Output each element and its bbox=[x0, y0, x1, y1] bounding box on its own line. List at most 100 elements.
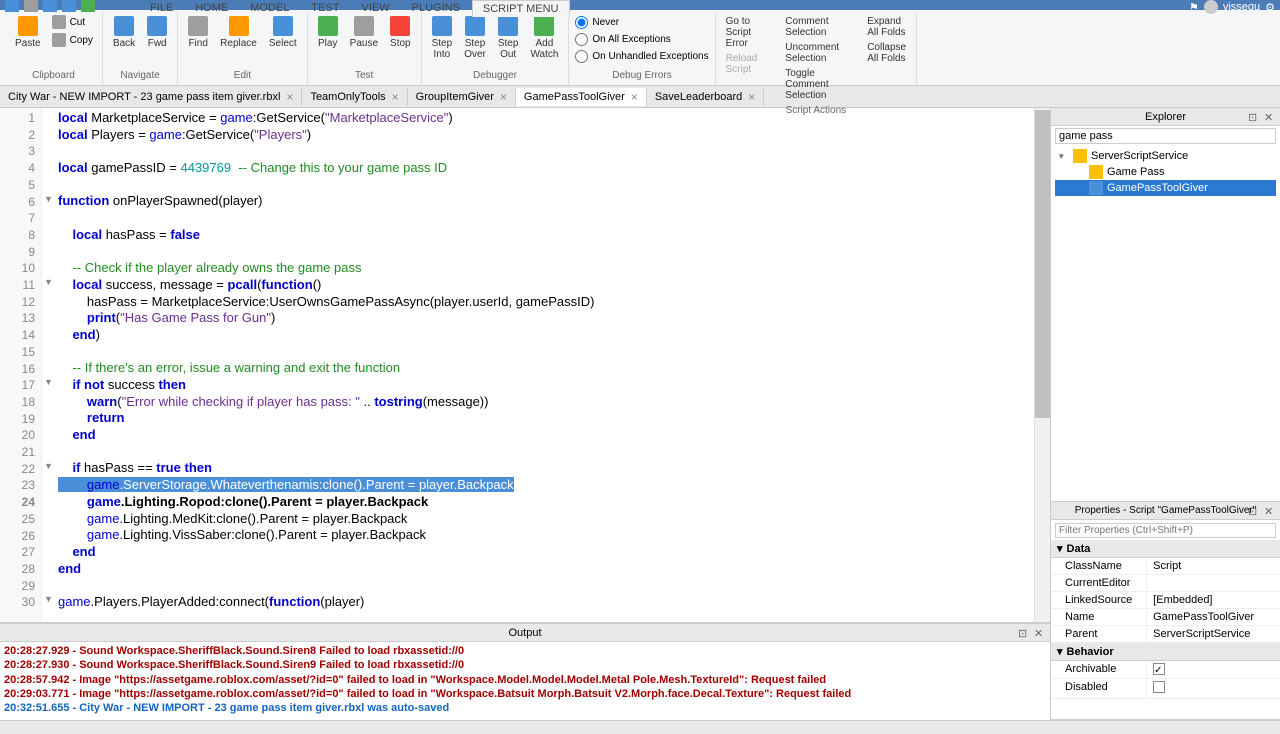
code-body[interactable]: local MarketplaceService = game:GetServi… bbox=[54, 108, 1034, 622]
menu-tab-view[interactable]: VIEW bbox=[351, 0, 399, 17]
doc-tab[interactable]: SaveLeaderboard× bbox=[647, 88, 764, 106]
fold-column[interactable]: ▼ ▼ ▼ ▼ ▼ bbox=[42, 108, 54, 622]
back-button[interactable]: Back bbox=[109, 14, 139, 51]
code-line[interactable]: local Players = game:GetService("Players… bbox=[58, 127, 1030, 144]
output-line[interactable]: 20:29:03.771 - Image "https://assetgame.… bbox=[4, 687, 1046, 701]
close-icon[interactable]: × bbox=[748, 91, 755, 103]
select-button[interactable]: Select bbox=[265, 14, 301, 51]
props-row[interactable]: CurrentEditor bbox=[1051, 575, 1280, 592]
fold-toggle[interactable]: ▼ bbox=[44, 461, 53, 471]
comment-button[interactable]: Comment Selection bbox=[781, 14, 843, 40]
fold-toggle[interactable]: ▼ bbox=[44, 277, 53, 287]
properties-filter-input[interactable] bbox=[1055, 523, 1276, 538]
radio-never[interactable]: Never bbox=[575, 14, 619, 31]
code-line[interactable] bbox=[58, 444, 1030, 461]
code-line[interactable] bbox=[58, 344, 1030, 361]
code-line[interactable]: local MarketplaceService = game:GetServi… bbox=[58, 110, 1030, 127]
properties-close-icon[interactable]: ✕ bbox=[1264, 505, 1276, 517]
undo-icon[interactable] bbox=[43, 0, 57, 12]
output-line[interactable]: 20:28:57.942 - Image "https://assetgame.… bbox=[4, 673, 1046, 687]
scrollbar-vertical[interactable] bbox=[1034, 108, 1050, 622]
code-line[interactable]: -- If there's an error, issue a warning … bbox=[58, 360, 1030, 377]
code-line[interactable]: print("Has Game Pass for Gun") bbox=[58, 310, 1030, 327]
notify-icon[interactable]: ⚑ bbox=[1189, 1, 1199, 14]
code-line[interactable]: hasPass = MarketplaceService:UserOwnsGam… bbox=[58, 294, 1030, 311]
code-line[interactable]: game.Players.PlayerAdded:connect(functio… bbox=[58, 594, 1030, 611]
code-line[interactable]: end bbox=[58, 561, 1030, 578]
checkbox[interactable] bbox=[1153, 663, 1165, 675]
step-into-button[interactable]: Step Into bbox=[428, 14, 457, 62]
goto-error-button[interactable]: Go to Script Error bbox=[722, 14, 762, 51]
doc-tab[interactable]: GamePassToolGiver× bbox=[516, 88, 647, 106]
explorer-filter-input[interactable] bbox=[1055, 128, 1276, 144]
properties-body[interactable]: ▾ DataClassNameScriptCurrentEditorLinked… bbox=[1051, 540, 1280, 719]
play-button[interactable]: Play bbox=[314, 14, 342, 51]
output-line[interactable]: 20:28:27.929 - Sound Workspace.SheriffBl… bbox=[4, 644, 1046, 658]
output-line[interactable]: 20:28:27.930 - Sound Workspace.SheriffBl… bbox=[4, 658, 1046, 672]
code-line[interactable]: -- Check if the player already owns the … bbox=[58, 260, 1030, 277]
expand-folds-button[interactable]: Expand All Folds bbox=[863, 14, 910, 40]
code-line[interactable]: game.Lighting.Ropod:clone().Parent = pla… bbox=[58, 494, 1030, 511]
props-row[interactable]: NameGamePassToolGiver bbox=[1051, 609, 1280, 626]
tree-node[interactable]: ▾ServerScriptService bbox=[1055, 148, 1276, 164]
menu-tab-home[interactable]: HOME bbox=[185, 0, 238, 17]
checkbox[interactable] bbox=[1153, 681, 1165, 693]
tree-arrow-icon[interactable]: ▾ bbox=[1059, 151, 1069, 162]
props-section-header[interactable]: ▾ Behavior bbox=[1051, 643, 1280, 661]
code-line[interactable] bbox=[58, 210, 1030, 227]
play-icon[interactable] bbox=[81, 0, 95, 12]
replace-button[interactable]: Replace bbox=[216, 14, 261, 51]
pause-button[interactable]: Pause bbox=[346, 14, 382, 51]
fold-toggle[interactable]: ▼ bbox=[44, 377, 53, 387]
code-line[interactable] bbox=[58, 143, 1030, 160]
redo-icon[interactable] bbox=[62, 0, 76, 12]
props-row[interactable]: Archivable bbox=[1051, 661, 1280, 679]
props-value[interactable]: [Embedded] bbox=[1147, 592, 1280, 608]
props-value[interactable] bbox=[1147, 575, 1280, 591]
save-icon[interactable] bbox=[24, 0, 38, 12]
code-line[interactable]: game.Lighting.VissSaber:clone().Parent =… bbox=[58, 527, 1030, 544]
menu-tab-model[interactable]: MODEL bbox=[240, 0, 299, 17]
output-popout-icon[interactable]: ⊡ bbox=[1018, 627, 1030, 639]
code-line[interactable] bbox=[58, 577, 1030, 594]
code-editor[interactable]: 1234567891011121314151617181920212223242… bbox=[0, 108, 1050, 622]
output-body[interactable]: 20:28:27.929 - Sound Workspace.SheriffBl… bbox=[0, 642, 1050, 720]
add-watch-button[interactable]: Add Watch bbox=[526, 14, 562, 62]
app-icon[interactable] bbox=[5, 0, 19, 12]
code-line[interactable]: if not success then bbox=[58, 377, 1030, 394]
menu-tab-file[interactable]: FILE bbox=[140, 0, 183, 17]
radio-unhandled[interactable]: On Unhandled Exceptions bbox=[575, 48, 708, 65]
close-icon[interactable]: × bbox=[392, 91, 399, 103]
paste-button[interactable]: Paste bbox=[11, 14, 45, 51]
code-line[interactable]: game.Lighting.MedKit:clone().Parent = pl… bbox=[58, 511, 1030, 528]
copy-button[interactable]: Copy bbox=[49, 32, 96, 48]
dropdown-icon[interactable]: ⚙ bbox=[1265, 1, 1275, 14]
menu-tab-plugins[interactable]: PLUGINS bbox=[402, 0, 470, 17]
menu-tab-test[interactable]: TEST bbox=[301, 0, 349, 17]
code-line[interactable]: end bbox=[58, 427, 1030, 444]
cut-button[interactable]: Cut bbox=[49, 14, 96, 30]
doc-tab[interactable]: City War - NEW IMPORT - 23 game pass ite… bbox=[0, 88, 302, 106]
doc-tab[interactable]: TeamOnlyTools× bbox=[302, 88, 407, 106]
step-over-button[interactable]: Step Over bbox=[460, 14, 490, 62]
collapse-folds-button[interactable]: Collapse All Folds bbox=[863, 40, 910, 66]
scrollbar-thumb[interactable] bbox=[1035, 110, 1050, 418]
fold-toggle[interactable]: ▼ bbox=[44, 594, 53, 604]
props-value[interactable]: Script bbox=[1147, 558, 1280, 574]
code-line[interactable]: if hasPass == true then bbox=[58, 460, 1030, 477]
props-value[interactable]: ServerScriptService bbox=[1147, 626, 1280, 642]
code-line[interactable]: return bbox=[58, 410, 1030, 427]
doc-tab[interactable]: GroupItemGiver× bbox=[408, 88, 516, 106]
props-row[interactable]: ParentServerScriptService bbox=[1051, 626, 1280, 643]
code-line[interactable]: warn("Error while checking if player has… bbox=[58, 394, 1030, 411]
fwd-button[interactable]: Fwd bbox=[143, 14, 171, 51]
props-value[interactable]: GamePassToolGiver bbox=[1147, 609, 1280, 625]
toggle-comment-button[interactable]: Toggle Comment Selection bbox=[781, 66, 843, 103]
fold-toggle[interactable]: ▼ bbox=[44, 194, 53, 204]
explorer-tree[interactable]: ▾ServerScriptServiceGame PassGamePassToo… bbox=[1051, 146, 1280, 501]
code-line[interactable]: game.ServerStorage.Whateverthenamis:clon… bbox=[58, 477, 1030, 494]
code-line[interactable]: local gamePassID = 4439769 -- Change thi… bbox=[58, 160, 1030, 177]
step-out-button[interactable]: Step Out bbox=[494, 14, 523, 62]
close-icon[interactable]: × bbox=[631, 91, 638, 103]
close-icon[interactable]: × bbox=[286, 91, 293, 103]
